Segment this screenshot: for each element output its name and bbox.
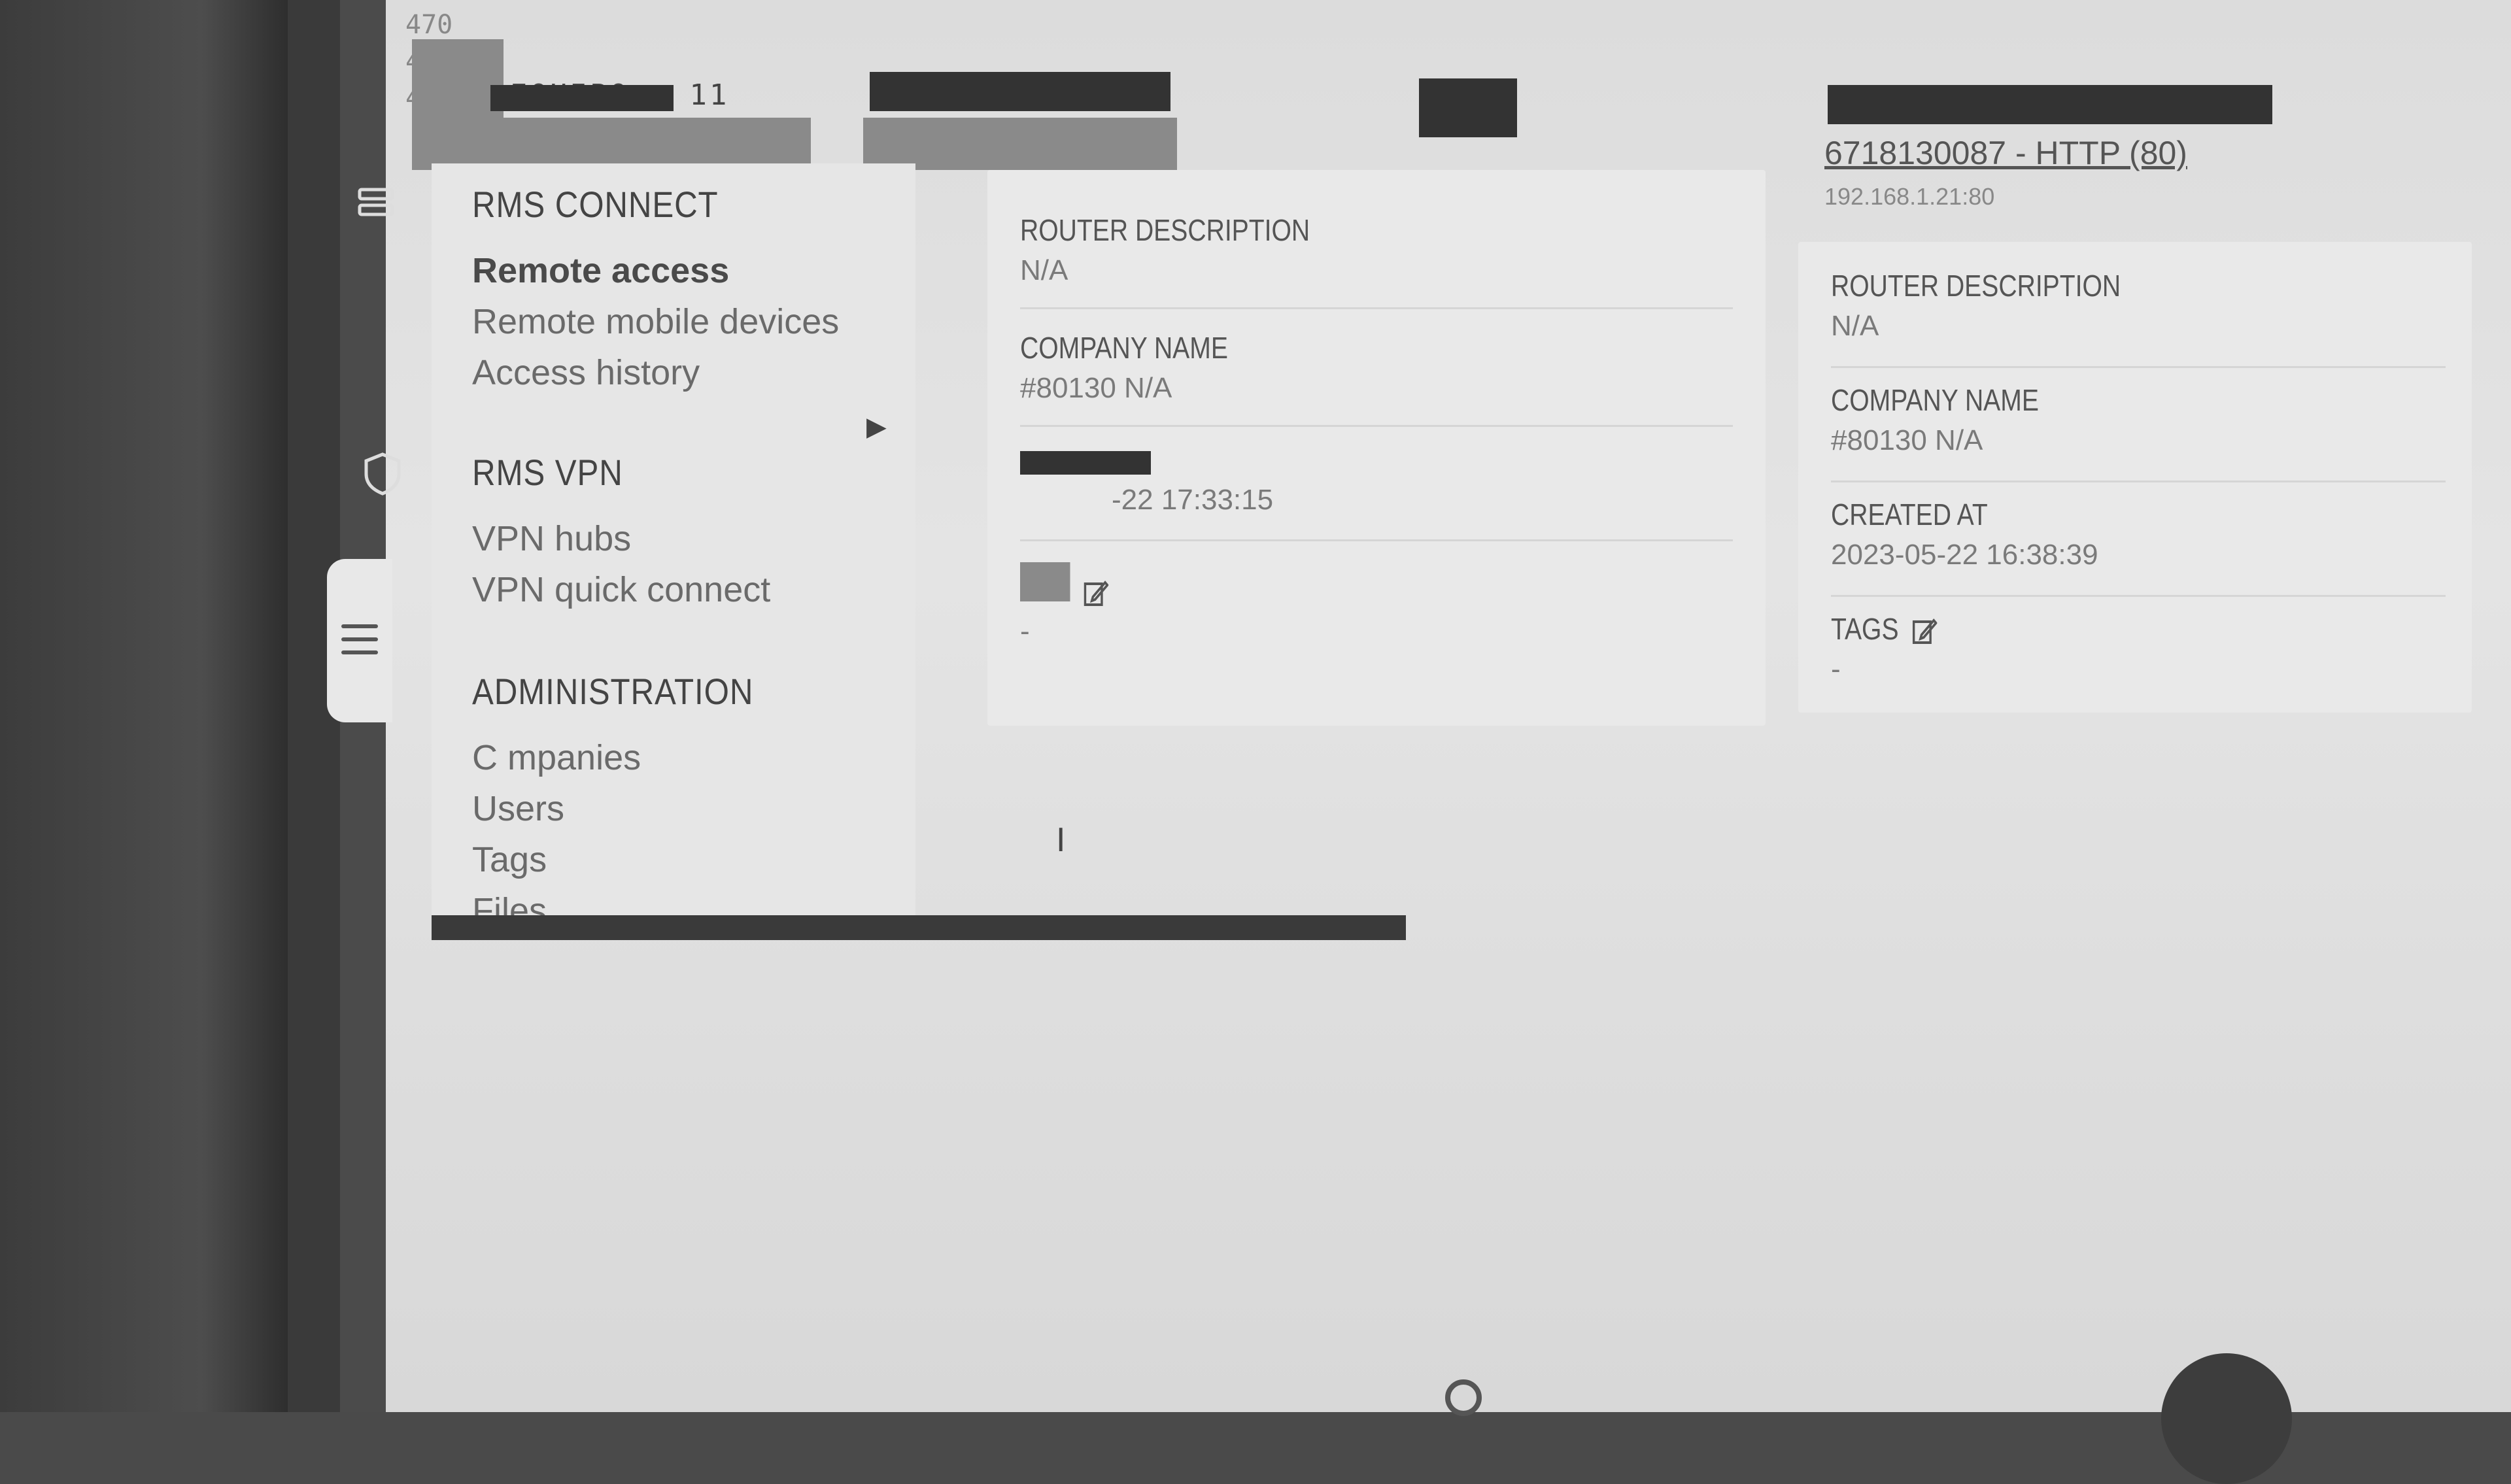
field-label: CREATED AT [1831, 497, 1988, 531]
redacted-block [412, 39, 504, 170]
sidebar-item-access-history[interactable]: Access history [472, 347, 839, 398]
sidebar-section-administration: ADMINISTRATION C mpanies Users Tags File… [472, 670, 792, 936]
mouse-pointer: ▶ [866, 413, 887, 441]
edit-icon[interactable] [1083, 579, 1108, 609]
company-name-field: COMPANY NAME #80130 N/A [1020, 330, 1265, 405]
redacted-block [1020, 562, 1070, 601]
redacted-block [1419, 78, 1517, 137]
redacted-block [490, 85, 674, 111]
monitor-bezel [0, 0, 288, 1412]
sidebar-section-rms-vpn: RMS VPN VPN hubs VPN quick connect [472, 451, 770, 615]
redacted-block [863, 118, 1177, 170]
horizontal-scrollbar[interactable] [432, 915, 1406, 940]
divider [1020, 307, 1733, 309]
redacted-block [497, 118, 811, 170]
device-ip: 192.168.1.21:80 [1824, 183, 1995, 210]
sidebar-item-remote-access[interactable]: Remote access [472, 245, 839, 296]
sidebar-item-vpn-quick-connect[interactable]: VPN quick connect [472, 564, 770, 615]
field-label: TAGS [1831, 611, 1938, 647]
tags-field: - [1020, 562, 1124, 648]
sidebar: RMS CONNECT Remote access Remote mobile … [432, 163, 915, 930]
company-name-field: COMPANY NAME #80130 N/A [1831, 382, 2075, 457]
divider [1831, 595, 2446, 597]
sidebar-item-tags[interactable]: Tags [472, 834, 792, 885]
divider [1020, 539, 1733, 541]
field-value: - [1020, 615, 1030, 647]
sidebar-item-vpn-hubs[interactable]: VPN hubs [472, 513, 770, 564]
sidebar-section-rms-connect: RMS CONNECT Remote access Remote mobile … [472, 183, 839, 398]
sidebar-item-users[interactable]: Users [472, 783, 792, 834]
field-label: ROUTER DESCRIPTION [1831, 269, 2121, 303]
floating-action-button[interactable] [2161, 1353, 2292, 1484]
divider [1831, 366, 2446, 368]
divider [1831, 481, 2446, 482]
redacted-block [1828, 85, 2272, 124]
section-title: RMS VPN [472, 452, 623, 493]
text-cursor-icon: I [1056, 821, 1066, 859]
menu-toggle-button[interactable] [327, 559, 392, 722]
field-value: #80130 N/A [1020, 372, 1172, 404]
section-title: ADMINISTRATION [472, 671, 754, 712]
redacted-block [1020, 451, 1151, 475]
divider [1020, 425, 1733, 427]
field-value: N/A [1831, 310, 1879, 342]
loading-cursor-icon [1445, 1379, 1482, 1416]
line-number: 470 [405, 10, 453, 40]
device-link[interactable]: 6718130087 - HTTP (80) [1824, 134, 2187, 172]
field-value: 2023-05-22 16:38:39 [1831, 539, 2098, 571]
tags-field: TAGS - [1831, 611, 1956, 686]
device-card-left: ROUTER DESCRIPTION N/A COMPANY NAME #801… [987, 170, 1766, 726]
field-label: COMPANY NAME [1831, 383, 2039, 417]
field-label [1020, 562, 1108, 609]
field-value: - [1831, 653, 1841, 685]
server-icon[interactable] [356, 183, 402, 229]
router-description-field: ROUTER DESCRIPTION N/A [1020, 212, 1361, 287]
created-at-field: -22 17:33:15 [1020, 451, 1273, 516]
edit-icon[interactable] [1911, 616, 1938, 647]
sidebar-item-remote-mobile-devices[interactable]: Remote mobile devices [472, 296, 839, 347]
router-description-field: ROUTER DESCRIPTION N/A [1831, 268, 2172, 343]
tags-label: TAGS [1831, 612, 1899, 646]
created-at-field: CREATED AT 2023-05-22 16:38:39 [1831, 497, 2098, 571]
device-card-right: ROUTER DESCRIPTION N/A COMPANY NAME #801… [1798, 242, 2472, 713]
field-value: N/A [1020, 254, 1068, 286]
redacted-block [870, 72, 1170, 111]
field-label: ROUTER DESCRIPTION [1020, 213, 1310, 247]
shield-icon[interactable] [360, 451, 405, 497]
field-label: COMPANY NAME [1020, 331, 1228, 365]
sidebar-item-companies[interactable]: C mpanies [472, 732, 792, 783]
hamburger-icon [341, 624, 378, 664]
section-title: RMS CONNECT [472, 184, 719, 225]
field-value: -22 17:33:15 [1112, 484, 1274, 516]
field-value: #80130 N/A [1831, 424, 1983, 456]
